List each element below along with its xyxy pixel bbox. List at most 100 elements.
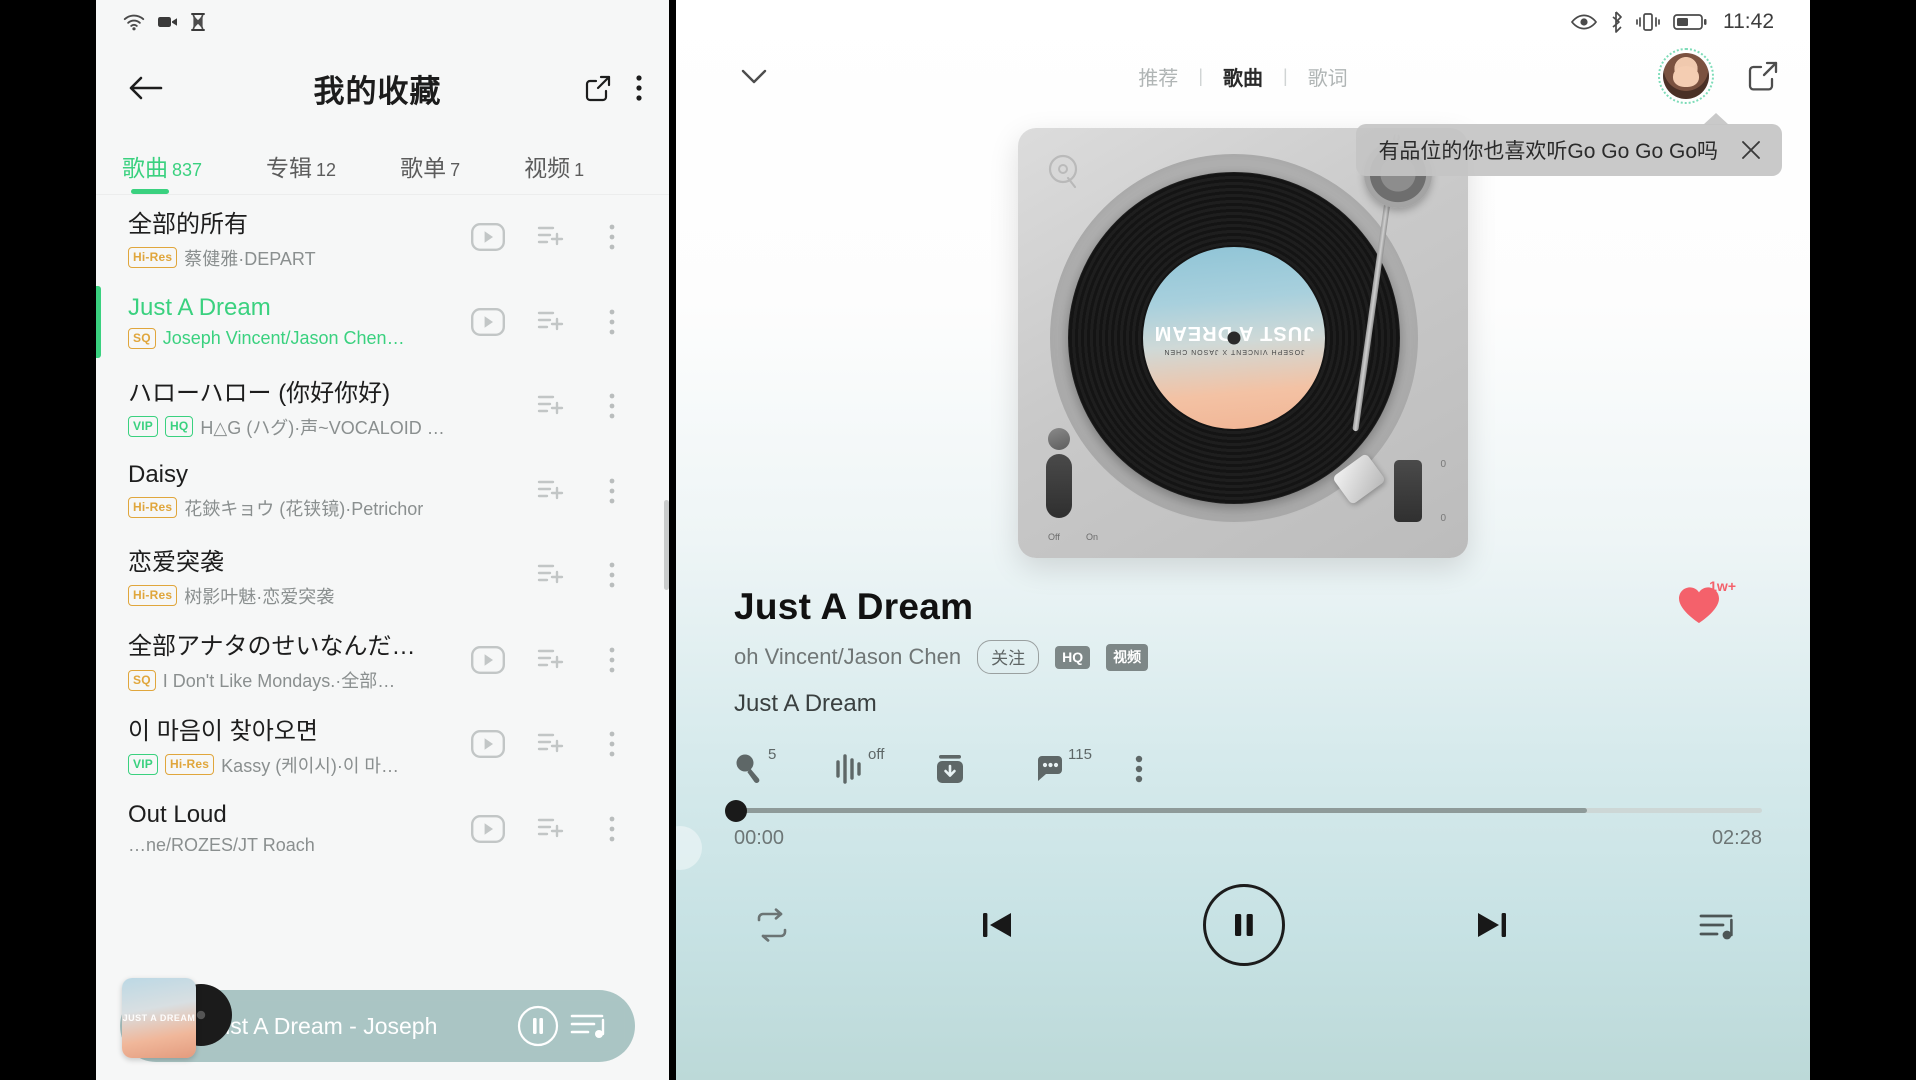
download-button[interactable] bbox=[934, 752, 1034, 786]
avatar[interactable] bbox=[1658, 48, 1714, 104]
mv-play-button[interactable] bbox=[457, 645, 519, 674]
mini-player[interactable]: JUST A DREAM Just A Dream - Joseph bbox=[120, 978, 635, 1062]
share-icon[interactable] bbox=[1746, 59, 1780, 93]
tab-songs-count: 837 bbox=[172, 160, 203, 180]
back-arrow-icon bbox=[127, 74, 163, 102]
tab-playlists-count: 7 bbox=[450, 160, 461, 180]
turntable[interactable]: JOSEPH VINCENT X JASON CHEN JUST A DREAM… bbox=[1018, 128, 1468, 558]
speed-slider[interactable] bbox=[1394, 460, 1422, 522]
status-clock: 11:42 bbox=[1723, 10, 1774, 33]
video-recording-icon bbox=[157, 14, 179, 30]
tab-song[interactable]: 歌曲 bbox=[1223, 62, 1263, 91]
mv-play-button[interactable] bbox=[457, 307, 519, 336]
mini-play-pause-button[interactable] bbox=[513, 1005, 563, 1047]
add-to-playlist-button[interactable] bbox=[519, 391, 581, 421]
tab-songs[interactable]: 歌曲 837 bbox=[122, 149, 202, 194]
follow-button[interactable]: 关注 bbox=[977, 640, 1040, 674]
song-subline: …ne/ROZES/JT Roach bbox=[128, 835, 457, 856]
q-music-logo-icon bbox=[1044, 152, 1084, 192]
tab-videos[interactable]: 视频 1 bbox=[524, 149, 584, 194]
song-title: Just A Dream bbox=[128, 294, 271, 322]
add-to-playlist-button[interactable] bbox=[519, 729, 581, 759]
quality-tag: HQ bbox=[164, 416, 194, 438]
equalizer-button[interactable]: off bbox=[834, 746, 934, 786]
quality-tag: Hi-Res bbox=[164, 754, 215, 776]
tab-lyrics[interactable]: 歌词 bbox=[1308, 62, 1348, 91]
song-more-button[interactable] bbox=[581, 646, 643, 674]
add-to-playlist-button[interactable] bbox=[519, 307, 581, 337]
chevron-down-icon bbox=[738, 65, 770, 87]
list-scrollbar[interactable] bbox=[664, 500, 669, 590]
song-more-button[interactable] bbox=[581, 392, 643, 420]
song-row[interactable]: 恋爱突袭 Hi-Res 树影叶魅·恋爱突袭 bbox=[96, 533, 669, 618]
add-to-playlist-button[interactable] bbox=[519, 645, 581, 675]
song-more-button[interactable] bbox=[581, 308, 643, 336]
song-row[interactable]: ハローハロー (你好你好) VIP HQ H△G (ハグ)·声~VOCALOID Co… bbox=[96, 364, 669, 449]
song-artist: Kassy (케이시)·이 마… bbox=[221, 755, 399, 776]
screenshot-root: 我的收藏 歌曲 837 专辑 12 歌单 7 视频 1 全部的所有 Hi-Res… bbox=[0, 0, 1916, 1080]
avatar-image bbox=[1663, 53, 1709, 99]
add-to-playlist-button[interactable] bbox=[519, 222, 581, 252]
tab-playlists[interactable]: 歌单 7 bbox=[400, 149, 460, 194]
song-row[interactable]: Out Loud …ne/ROZES/JT Roach bbox=[96, 787, 669, 872]
song-row[interactable]: Just A Dream SQ Joseph Vincent/Jason Chen… bbox=[96, 280, 669, 365]
add-to-playlist-icon bbox=[535, 476, 565, 506]
quality-tag: VIP bbox=[128, 416, 158, 438]
lyrics-toggle-ghost[interactable] bbox=[676, 826, 702, 870]
song-row[interactable]: Daisy Hi-Res 花鋏キョウ (花铗镜)·Petrichor bbox=[96, 449, 669, 534]
turntable-container: JOSEPH VINCENT X JASON CHEN JUST A DREAM… bbox=[676, 128, 1810, 558]
share-icon[interactable] bbox=[583, 73, 613, 103]
tab-albums-count: 12 bbox=[316, 160, 337, 180]
song-more-button[interactable] bbox=[581, 815, 643, 843]
song-artist: 树影叶魅·恋爱突袭 bbox=[184, 586, 335, 607]
video-badge[interactable]: 视频 bbox=[1106, 643, 1149, 671]
power-knob[interactable] bbox=[1048, 428, 1070, 450]
mv-play-button[interactable] bbox=[457, 223, 519, 252]
song-more-button[interactable] bbox=[581, 223, 643, 251]
like-button[interactable]: 1w+ bbox=[1676, 578, 1736, 626]
karaoke-button[interactable]: 5 bbox=[734, 746, 834, 786]
now-playing-panel: 11:42 推荐 | 歌曲 | 歌词 有品位的你也喜欢听Go Go Go Go吗… bbox=[676, 0, 1810, 1080]
song-row-actions bbox=[457, 391, 643, 421]
more-options-button[interactable] bbox=[1134, 752, 1234, 786]
mv-play-button[interactable] bbox=[457, 730, 519, 759]
song-artist: H△G (ハグ)·声~VOCALOID Cove… bbox=[200, 417, 457, 438]
song-title: 恋爱突袭 bbox=[128, 548, 224, 576]
song-row[interactable]: 全部的所有 Hi-Res 蔡健雅·DEPART bbox=[96, 195, 669, 280]
next-button[interactable] bbox=[1470, 907, 1512, 943]
tab-albums[interactable]: 专辑 12 bbox=[266, 149, 336, 194]
add-to-playlist-button[interactable] bbox=[519, 560, 581, 590]
repeat-button[interactable] bbox=[752, 907, 792, 943]
song-more-button[interactable] bbox=[581, 477, 643, 505]
tab-videos-count: 1 bbox=[574, 160, 585, 180]
song-row[interactable]: 全部アナタのせいなんだ… SQ I Don't Like Mondays.·全部… bbox=[96, 618, 669, 703]
progress-thumb[interactable] bbox=[725, 799, 747, 822]
song-more-button[interactable] bbox=[581, 730, 643, 758]
close-icon[interactable] bbox=[1740, 139, 1762, 161]
mv-play-button[interactable] bbox=[457, 814, 519, 843]
add-to-playlist-button[interactable] bbox=[519, 814, 581, 844]
collapse-player-button[interactable] bbox=[732, 54, 776, 98]
hourglass-icon bbox=[190, 13, 206, 31]
song-row[interactable]: 이 마음이 찾아오면 VIP Hi-Res Kassy (케이시)·이 마… bbox=[96, 702, 669, 787]
quality-tag: Hi-Res bbox=[128, 585, 178, 607]
app-bar-actions bbox=[583, 73, 643, 103]
download-icon bbox=[934, 752, 970, 786]
mini-queue-button[interactable] bbox=[563, 1009, 613, 1043]
song-more-button[interactable] bbox=[581, 561, 643, 589]
add-to-playlist-button[interactable] bbox=[519, 476, 581, 506]
play-pause-button[interactable] bbox=[1203, 884, 1285, 966]
tab-recommend[interactable]: 推荐 bbox=[1138, 62, 1178, 91]
back-button[interactable] bbox=[118, 61, 172, 115]
power-lever[interactable] bbox=[1046, 454, 1072, 518]
next-icon bbox=[1470, 907, 1512, 943]
progress-slider[interactable] bbox=[725, 799, 1762, 822]
comments-button[interactable]: 115 bbox=[1034, 746, 1134, 786]
quality-badge[interactable]: HQ bbox=[1055, 645, 1091, 669]
add-to-playlist-icon bbox=[535, 391, 565, 421]
more-vertical-icon[interactable] bbox=[635, 73, 643, 103]
song-info: ハローハロー (你好你好) VIP HQ H△G (ハグ)·声~VOCALOID Co… bbox=[128, 373, 457, 440]
previous-button[interactable] bbox=[977, 907, 1019, 943]
queue-button[interactable] bbox=[1696, 907, 1738, 943]
mv-play-icon bbox=[471, 814, 505, 843]
